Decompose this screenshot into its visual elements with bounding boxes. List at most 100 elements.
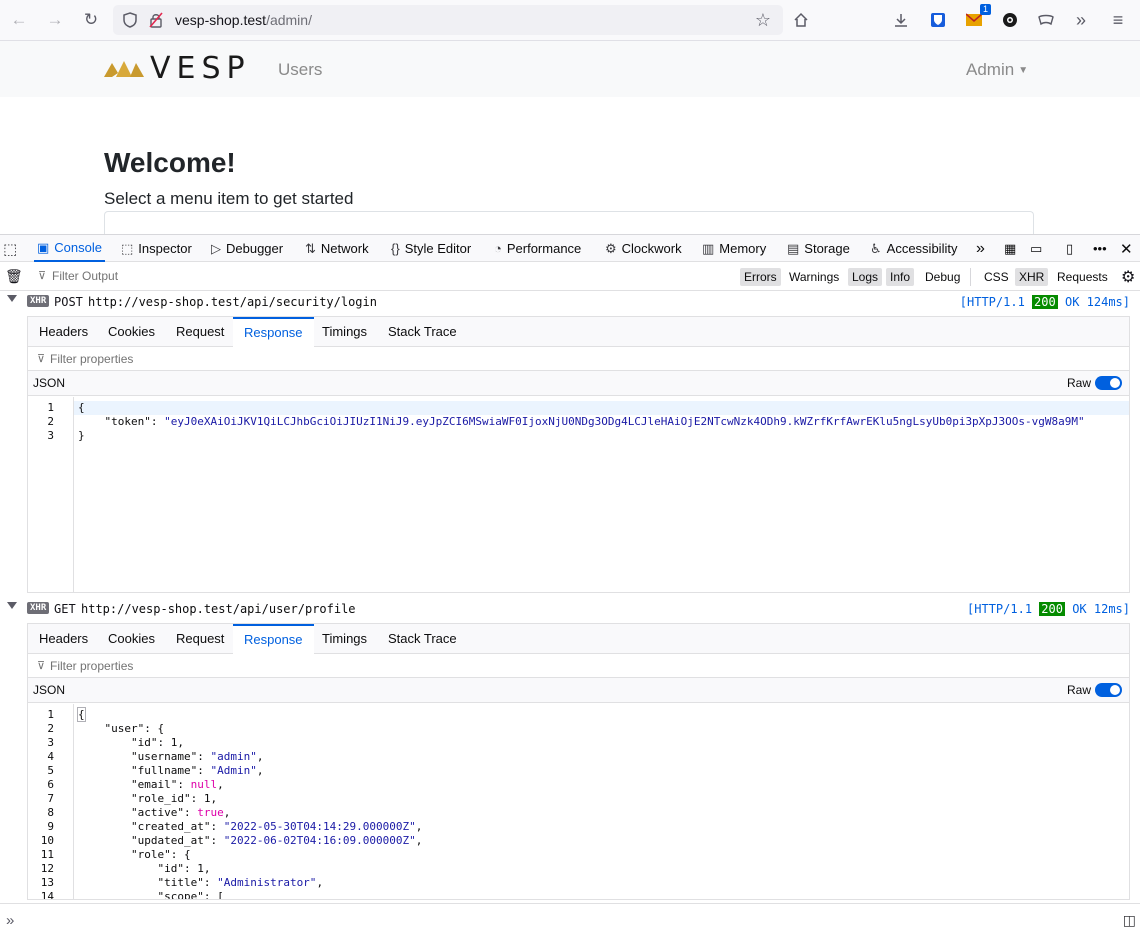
code-line: "updated_at": "2022-06-02T04:16:09.00000… <box>130 834 423 847</box>
tab-clockwork[interactable]: ⚙ Clockwork <box>605 235 682 262</box>
reload-icon[interactable]: ↻ <box>80 9 102 31</box>
status-text: OK 124ms] <box>1064 295 1130 309</box>
back-icon[interactable]: ← <box>8 9 30 31</box>
json-string: "2022-05-30T04:14:29.000000Z" <box>223 820 416 833</box>
tab-memory[interactable]: ▥ Memory <box>702 235 766 262</box>
filter-placeholder: Filter properties <box>50 659 134 673</box>
request-status: [HTTP/1.1 200 OK 124ms] <box>960 295 1130 309</box>
tab-headers[interactable]: Headers <box>34 317 93 347</box>
pick-element-icon[interactable]: ⬚ <box>3 235 22 262</box>
brand-text: VESP <box>150 51 251 86</box>
bookmark-star-icon[interactable]: ☆ <box>752 9 774 31</box>
filter-properties-input[interactable]: ⊽ Filter properties <box>28 347 1129 371</box>
current-line-highlight <box>74 401 1129 415</box>
tab-timings[interactable]: Timings <box>317 317 372 347</box>
console-icon: ▣ <box>37 239 50 255</box>
filter-output-input[interactable]: Filter Output <box>52 269 118 283</box>
address-bar[interactable]: vesp-shop.test/admin/ ☆ <box>113 5 783 35</box>
devtools-panel: ⬚ ▣ Console ⬚ Inspector ▷ Debugger ⇅ Network… <box>0 234 1140 936</box>
console-input[interactable]: » ◫ <box>0 903 1140 936</box>
network-message-login[interactable]: XHR POST http://vesp-shop.test/api/secur… <box>0 292 1140 312</box>
filter-warnings[interactable]: Warnings <box>785 268 843 286</box>
line-number: 12 <box>40 862 54 875</box>
filter-css[interactable]: CSS <box>980 268 1013 286</box>
tab-network[interactable]: ⇅ Network <box>305 235 369 262</box>
line-number: 9 <box>47 820 54 833</box>
home-icon[interactable] <box>790 9 812 31</box>
tab-accessibility[interactable]: ♿ Accessibility <box>870 235 957 262</box>
json-string: "2022-06-02T04:16:09.000000Z" <box>223 834 416 847</box>
protocol: [HTTP/1.1 <box>967 602 1033 616</box>
raw-toggle[interactable] <box>1095 683 1122 697</box>
json-bool: true <box>197 806 224 819</box>
tab-response[interactable]: Response <box>233 624 314 654</box>
tab-stack-trace[interactable]: Stack Trace <box>383 624 462 654</box>
tab-label: Performance <box>506 241 582 256</box>
tab-response[interactable]: Response <box>233 317 314 347</box>
code-line: "fullname": "Admin", <box>130 764 264 777</box>
mask-extension-icon[interactable] <box>1035 9 1057 31</box>
tab-console[interactable]: ▣ Console <box>34 235 105 262</box>
editor-mode-icon[interactable]: ◫ <box>1123 912 1136 929</box>
hamburger-menu-icon[interactable]: ≡ <box>1107 9 1129 31</box>
line-number: 3 <box>47 429 54 442</box>
filter-logs[interactable]: Logs <box>848 268 883 286</box>
dock-side-icon[interactable]: ▯ <box>1066 235 1073 262</box>
tab-cookies[interactable]: Cookies <box>103 317 160 347</box>
trash-icon[interactable]: 🗑 <box>5 268 23 285</box>
json-string: "Admin" <box>210 764 257 777</box>
devtools-menu-icon[interactable]: ••• <box>1093 235 1107 262</box>
insecure-lock-icon[interactable] <box>145 9 167 31</box>
raw-toggle[interactable] <box>1095 376 1122 390</box>
forward-icon[interactable]: → <box>44 9 66 31</box>
nav-link-users[interactable]: Users <box>278 60 322 80</box>
tab-request[interactable]: Request <box>171 624 229 654</box>
raw-label: Raw <box>1066 376 1091 390</box>
tab-storage[interactable]: ▤ Storage <box>787 235 850 262</box>
devtools-tabbar: ⬚ ▣ Console ⬚ Inspector ▷ Debugger ⇅ Network… <box>0 235 1140 262</box>
eye-extension-icon[interactable] <box>999 9 1021 31</box>
downloads-icon[interactable] <box>890 9 912 31</box>
ruler-icon[interactable]: ▭ <box>1030 235 1042 262</box>
json-key: "role" <box>130 848 171 861</box>
url-text: vesp-shop.test/admin/ <box>175 12 312 28</box>
filter-info[interactable]: Info <box>886 268 915 286</box>
tab-request[interactable]: Request <box>171 317 229 347</box>
expand-arrow-icon[interactable] <box>7 295 17 302</box>
json-number: 1 <box>197 862 204 875</box>
admin-dropdown[interactable]: Admin ▼ <box>966 60 1028 80</box>
filter-requests[interactable]: Requests <box>1053 268 1112 286</box>
response-code-view[interactable]: 1 2 3 4 5 6 7 8 9 10 11 12 13 14 { "user… <box>28 704 1129 899</box>
browser-toolbar: ← → ↻ vesp-shop.test/admin/ ☆ 1 » ≡ <box>0 0 1140 41</box>
tab-headers[interactable]: Headers <box>34 624 93 654</box>
page-title: Welcome! <box>104 147 236 178</box>
filter-properties-input[interactable]: ⊽ Filter properties <box>28 654 1129 678</box>
filter-debug[interactable]: Debug <box>921 268 964 286</box>
filter-errors[interactable]: Errors <box>740 268 781 286</box>
tab-debugger[interactable]: ▷ Debugger <box>211 235 283 262</box>
overflow-chevron-icon[interactable]: » <box>1070 9 1092 31</box>
close-devtools-icon[interactable]: ✕ <box>1120 235 1133 262</box>
response-code-view[interactable]: 1 2 3 { "token": "eyJ0eXAiOiJKV1QiLCJhbG… <box>28 397 1129 592</box>
network-message-profile[interactable]: XHR GET http://vesp-shop.test/api/user/p… <box>0 599 1140 619</box>
extension-badge: 1 <box>979 4 991 15</box>
expand-arrow-icon[interactable] <box>7 602 17 609</box>
tab-inspector[interactable]: ⬚ Inspector <box>121 235 192 262</box>
tab-style-editor[interactable]: {} Style Editor <box>391 235 471 262</box>
tab-label: Style Editor <box>404 241 472 256</box>
mail-extension-icon[interactable]: 1 <box>963 4 991 31</box>
more-tabs-icon[interactable]: » <box>976 235 985 262</box>
cog-icon: ⚙ <box>605 240 617 256</box>
shield-icon[interactable] <box>119 9 141 31</box>
request-url[interactable]: http://vesp-shop.test/api/security/login <box>88 295 377 309</box>
brand-logo[interactable]: VESP <box>104 51 251 86</box>
console-settings-gear-icon[interactable]: ⚙ <box>1121 267 1135 287</box>
tab-stack-trace[interactable]: Stack Trace <box>383 317 462 347</box>
responsive-design-icon[interactable]: ▦ <box>1004 235 1016 262</box>
request-url[interactable]: http://vesp-shop.test/api/user/profile <box>81 602 356 616</box>
filter-xhr[interactable]: XHR <box>1015 268 1049 286</box>
bitwarden-icon[interactable] <box>927 9 949 31</box>
tab-cookies[interactable]: Cookies <box>103 624 160 654</box>
tab-timings[interactable]: Timings <box>317 624 372 654</box>
tab-performance[interactable]: ◔ Performance <box>494 235 581 262</box>
